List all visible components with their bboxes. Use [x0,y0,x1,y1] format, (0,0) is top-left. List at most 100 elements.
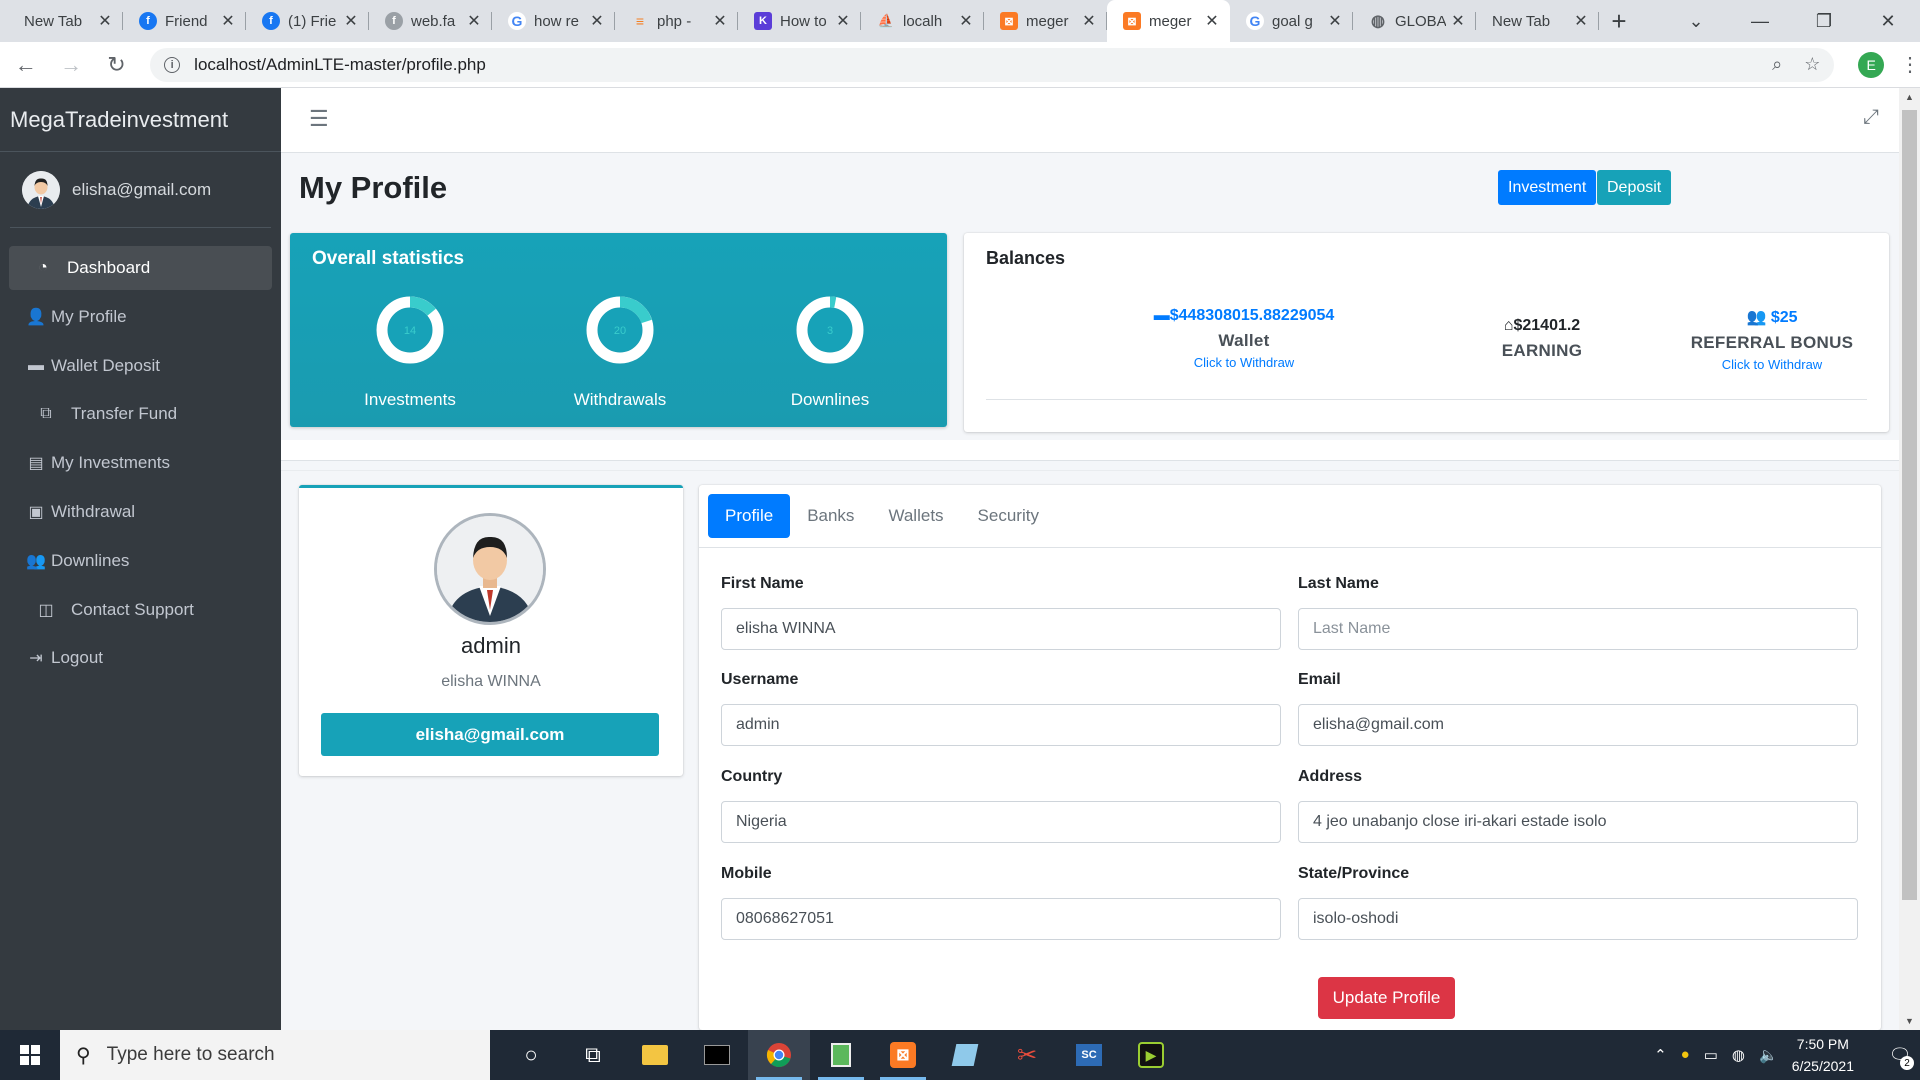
browser-tab[interactable]: f Friend ✕ [123,0,246,42]
sidebar-item-withdrawal[interactable]: ▣ Withdrawal [9,490,272,534]
xampp-icon[interactable]: ⊠ [872,1030,934,1080]
sign-out-icon: ⇥ [29,650,43,668]
phpmyadmin-icon: ⛵ [877,13,895,28]
tab-search-icon[interactable]: ⌄ [1664,0,1728,42]
last-name-input[interactable] [1298,608,1858,650]
close-tab-icon[interactable]: ✕ [1450,11,1466,31]
sidebar-item-dashboard[interactable]: ◔ Dashboard [9,246,272,290]
update-profile-button[interactable]: Update Profile [1318,977,1455,1019]
browser-tab[interactable]: f web.fa ✕ [369,0,492,42]
notepad-icon[interactable] [810,1030,872,1080]
close-tab-icon[interactable]: ✕ [466,11,482,31]
browser-tab[interactable]: f (1) Frie ✕ [246,0,369,42]
security-icon[interactable]: ● [1681,1046,1690,1064]
tab-profile[interactable]: Profile [708,494,791,538]
reload-button[interactable]: ↻ [97,45,136,85]
browser-tab[interactable]: K How to ✕ [738,0,861,42]
network-globe-icon[interactable]: ◍ [1732,1046,1745,1064]
sidebar-item-my-profile[interactable]: 👤 My Profile [9,295,272,339]
close-tab-icon[interactable]: ✕ [589,11,605,31]
tab-security[interactable]: Security [961,494,1056,538]
browser-tab[interactable]: New Tab ✕ [0,0,123,42]
app-icon[interactable] [934,1030,996,1080]
close-tab-icon[interactable]: ✕ [220,11,236,31]
close-tab-icon[interactable]: ✕ [958,11,974,31]
cortana-icon[interactable]: ○ [500,1030,562,1080]
file-explorer-icon[interactable] [624,1030,686,1080]
notification-center-icon[interactable]: 🗨 2 [1880,1030,1920,1080]
user-email[interactable]: elisha@gmail.com [72,180,211,200]
media-player-icon[interactable]: ▶ [1120,1030,1182,1080]
browser-menu-icon[interactable]: ⋮ [1900,52,1920,77]
sidebar-item-my-investments[interactable]: ▤ My Investments [9,441,272,485]
address-bar[interactable]: i localhost/AdminLTE-master/profile.php … [150,47,1835,82]
battery-icon[interactable]: ▭ [1704,1046,1718,1064]
start-button[interactable] [0,1030,60,1080]
wallet-withdraw-link[interactable]: Click to Withdraw [1114,355,1374,370]
close-tab-icon[interactable]: ✕ [1081,11,1097,31]
bookmark-star-icon[interactable]: ☆ [1804,54,1820,75]
task-view-icon[interactable]: ⧉ [562,1030,624,1080]
profile-email-button[interactable]: elisha@gmail.com [321,713,659,756]
tab-banks[interactable]: Banks [790,494,871,538]
referral-withdraw-link[interactable]: Click to Withdraw [1642,357,1902,372]
brand-link[interactable]: MegaTradeinvestment [0,88,281,152]
fullscreen-icon[interactable]: ⤢ [1863,106,1879,129]
sc-app-icon[interactable]: SC [1058,1030,1120,1080]
forward-button[interactable]: → [51,45,90,85]
chevron-up-icon[interactable]: ⌃ [1654,1046,1667,1064]
sidebar-item-transfer-fund[interactable]: ⧉ Transfer Fund [9,392,272,436]
sidebar-item-logout[interactable]: ⇥ Logout [9,636,272,680]
browser-tab[interactable]: ⊠ meger ✕ [1107,0,1230,42]
browser-tab[interactable]: Ggoal g ✕ [1230,0,1353,42]
snip-tool-icon[interactable]: ✂ [996,1030,1058,1080]
sidebar-item-wallet-deposit[interactable]: ▬ Wallet Deposit [9,344,272,388]
first-name-input[interactable] [721,608,1281,650]
browser-profile-avatar[interactable]: E [1858,51,1885,78]
close-tab-icon[interactable]: ✕ [1204,11,1220,31]
close-tab-icon[interactable]: ✕ [1573,11,1589,31]
back-button[interactable]: ← [6,45,45,85]
volume-icon[interactable]: 🔈 [1759,1046,1778,1064]
mobile-input[interactable] [721,898,1281,940]
restore-button[interactable]: ❐ [1792,0,1856,42]
country-input[interactable] [721,801,1281,843]
browser-tab[interactable]: New Tab ✕ [1476,0,1599,42]
site-info-icon[interactable]: i [164,56,181,73]
address-input[interactable] [1298,801,1858,843]
close-tab-icon[interactable]: ✕ [712,11,728,31]
sidebar-item-downlines[interactable]: 👥 Downlines [9,539,272,583]
state-input[interactable] [1298,898,1858,940]
notification-badge: 2 [1900,1056,1914,1070]
browser-tab[interactable]: ⊠ meger ✕ [984,0,1107,42]
browser-tab[interactable]: ⛵ localh ✕ [861,0,984,42]
browser-tab[interactable]: ◍ GLOBA ✕ [1353,0,1476,42]
page-scrollbar[interactable]: ▲ ▼ [1899,88,1920,1030]
scroll-down-arrow[interactable]: ▼ [1899,1012,1920,1030]
chrome-icon[interactable] [748,1030,810,1080]
hamburger-menu-icon[interactable]: ☰ [309,106,329,132]
user-icon: 👤 [26,308,46,326]
sidebar-item-contact-support[interactable]: ◫ Contact Support [9,588,272,632]
close-tab-icon[interactable]: ✕ [343,11,359,31]
close-tab-icon[interactable]: ✕ [1327,11,1343,31]
window-controls: ⌄ — ❐ ✕ [1664,0,1920,42]
minimize-button[interactable]: — [1728,0,1792,42]
username-input[interactable] [721,704,1281,746]
close-tab-icon[interactable]: ✕ [97,11,113,31]
browser-tab[interactable]: Ghow re ✕ [492,0,615,42]
scroll-thumb[interactable] [1902,110,1917,900]
tab-wallets[interactable]: Wallets [871,494,960,538]
investment-button[interactable]: Investment [1498,170,1597,205]
close-tab-icon[interactable]: ✕ [835,11,851,31]
deposit-button[interactable]: Deposit [1597,170,1672,205]
browser-tab[interactable]: ≡ php - ✕ [615,0,738,42]
email-input[interactable] [1298,704,1858,746]
scroll-up-arrow[interactable]: ▲ [1899,88,1920,106]
zoom-icon[interactable]: ⌕ [1772,54,1782,75]
close-window-button[interactable]: ✕ [1856,0,1920,42]
terminal-icon[interactable] [686,1030,748,1080]
taskbar-search[interactable]: ⚲ Type here to search [60,1030,490,1080]
new-tab-button[interactable]: + [1599,0,1639,42]
system-clock[interactable]: 7:50 PM 6/25/2021 [1792,1033,1854,1077]
